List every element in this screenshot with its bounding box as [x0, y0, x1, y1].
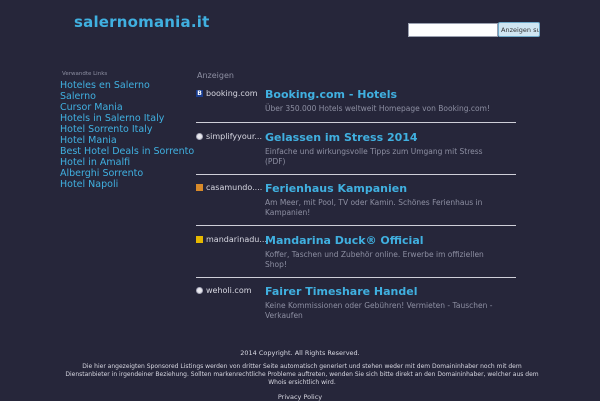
ad-title[interactable]: Mandarina Duck® Official — [265, 234, 424, 247]
house-icon — [196, 184, 203, 191]
ad-title[interactable]: Ferienhaus Kampanien — [265, 182, 407, 195]
related-link[interactable]: Hotels in Salerno Italy — [60, 113, 194, 124]
ad-source[interactable]: mandarinadu... — [196, 235, 267, 244]
search-input[interactable] — [408, 23, 498, 37]
booking-b-icon: B — [196, 90, 203, 97]
related-links-list: Hoteles en Salerno Salerno Cursor Mania … — [60, 80, 194, 190]
ads-label: Anzeigen — [197, 71, 234, 80]
globe-icon — [196, 287, 203, 294]
ad-source-domain: mandarinadu... — [206, 235, 268, 244]
ad-description: Über 350.000 Hotels weltweit Homepage vo… — [265, 104, 490, 113]
related-link[interactable]: Hotel Napoli — [60, 179, 194, 190]
ad-source[interactable]: simplifyyour... — [196, 132, 262, 141]
copyright-text: 2014 Copyright. All Rights Reserved. — [240, 349, 360, 357]
ad-divider — [196, 277, 516, 278]
related-link[interactable]: Hotel Sorrento Italy — [60, 124, 194, 135]
related-link[interactable]: Hotel in Amalfi — [60, 157, 194, 168]
ad-source[interactable]: weholi.com — [196, 286, 252, 295]
search-button[interactable]: Anzeigen suchen — [498, 22, 540, 37]
ad-title[interactable]: Gelassen im Stress 2014 — [265, 131, 418, 144]
ad-title[interactable]: Booking.com - Hotels — [265, 88, 397, 101]
ad-description: Keine Kommissionen oder Gebühren! Vermie… — [265, 301, 493, 320]
site-title[interactable]: salernomania.it — [74, 13, 209, 31]
ad-description: Einfache und wirkungsvolle Tipps zum Umg… — [265, 147, 483, 166]
globe-icon — [196, 133, 203, 140]
related-link[interactable]: Hotel Mania — [60, 135, 194, 146]
related-link[interactable]: Alberghi Sorrento — [60, 168, 194, 179]
related-link[interactable]: Hoteles en Salerno — [60, 80, 194, 91]
disclaimer-text: Die hier angezeigten Sponsored Listings … — [65, 363, 539, 386]
ad-divider — [196, 174, 516, 175]
related-link[interactable]: Best Hotel Deals in Sorrento — [60, 146, 194, 157]
ad-title[interactable]: Fairer Timeshare Handel — [265, 285, 417, 298]
ad-description: Am Meer, mit Pool, TV oder Kamin. Schöne… — [265, 198, 483, 217]
related-link[interactable]: Cursor Mania — [60, 102, 194, 113]
related-links-heading: Verwandte Links — [62, 71, 108, 77]
ad-source-domain: simplifyyour... — [206, 132, 262, 141]
ad-source-domain: casamundo.... — [206, 183, 263, 192]
ad-source-domain: booking.com — [206, 89, 258, 98]
ad-source-domain: weholi.com — [206, 286, 252, 295]
ad-source[interactable]: B booking.com — [196, 89, 258, 98]
ad-divider — [196, 122, 516, 123]
ad-source[interactable]: casamundo.... — [196, 183, 262, 192]
mandarina-icon — [196, 236, 203, 243]
ad-divider — [196, 225, 516, 226]
related-link[interactable]: Salerno — [60, 91, 194, 102]
ad-description: Koffer, Taschen und Zubehör online. Erwe… — [265, 250, 484, 269]
